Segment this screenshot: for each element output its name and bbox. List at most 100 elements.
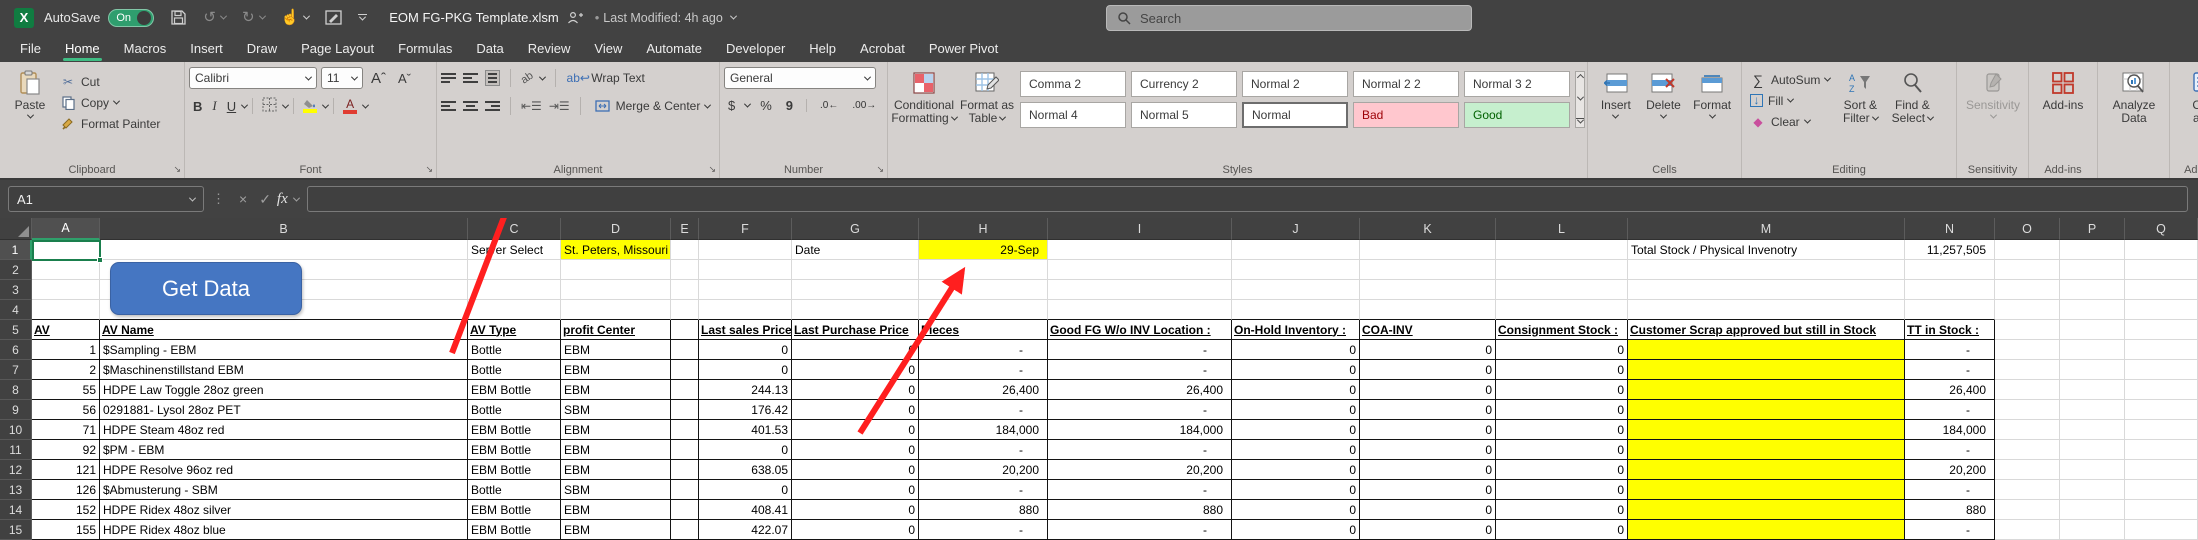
col-header-H[interactable]: H — [919, 218, 1048, 240]
cell-Q8[interactable] — [2125, 380, 2198, 400]
cell-H4[interactable] — [919, 300, 1048, 320]
cell-Q6[interactable] — [2125, 340, 2198, 360]
cell-A13[interactable]: 126 — [32, 480, 100, 500]
row-header-15[interactable]: 15 — [0, 520, 32, 540]
cell-O15[interactable] — [1995, 520, 2060, 540]
row-header-4[interactable]: 4 — [0, 300, 32, 320]
col-header-I[interactable]: I — [1048, 218, 1232, 240]
cell-I9[interactable]: - — [1048, 400, 1232, 420]
cell-M6[interactable] — [1628, 340, 1905, 360]
align-top-button[interactable] — [441, 73, 456, 82]
col-header-B[interactable]: B — [100, 218, 468, 240]
cell-L7[interactable]: 0 — [1496, 360, 1628, 380]
cell-M2[interactable] — [1628, 260, 1905, 280]
tab-developer[interactable]: Developer — [714, 35, 797, 62]
cell-L15[interactable]: 0 — [1496, 520, 1628, 540]
select-all-corner[interactable] — [0, 218, 32, 240]
row-header-13[interactable]: 13 — [0, 480, 32, 500]
row-header-6[interactable]: 6 — [0, 340, 32, 360]
cell-C2[interactable] — [468, 260, 561, 280]
name-box[interactable]: A1 — [8, 186, 204, 212]
accounting-format-button[interactable]: $ — [724, 97, 739, 114]
cell-C8[interactable]: EBM Bottle — [468, 380, 561, 400]
create-pdf-button[interactable]: Cre a P — [2174, 67, 2198, 125]
cell-A3[interactable] — [32, 280, 100, 300]
search-box[interactable] — [1106, 5, 1472, 31]
find-select-button[interactable]: Find & Select — [1886, 67, 1938, 160]
col-header-F[interactable]: F — [699, 218, 792, 240]
cell-N2[interactable] — [1905, 260, 1995, 280]
cell-B12[interactable]: HDPE Resolve 96oz red — [100, 460, 468, 480]
document-title[interactable]: EOM FG-PKG Template.xlsm — [389, 10, 559, 25]
cell-H11[interactable]: - — [919, 440, 1048, 460]
cell-P3[interactable] — [2060, 280, 2125, 300]
cell-D4[interactable] — [561, 300, 671, 320]
cell-P8[interactable] — [2060, 380, 2125, 400]
cell-G6[interactable]: 0 — [792, 340, 919, 360]
cell-E6[interactable] — [671, 340, 699, 360]
row-header-9[interactable]: 9 — [0, 400, 32, 420]
cell-N11[interactable]: - — [1905, 440, 1995, 460]
cell-Q7[interactable] — [2125, 360, 2198, 380]
cell-E12[interactable] — [671, 460, 699, 480]
align-right-button[interactable] — [485, 101, 500, 110]
cell-H2[interactable] — [919, 260, 1048, 280]
cell-D7[interactable]: EBM — [561, 360, 671, 380]
cell-G9[interactable]: 0 — [792, 400, 919, 420]
cell-C5[interactable]: AV Type — [468, 320, 561, 340]
cell-D5[interactable]: profit Center — [561, 320, 671, 340]
tab-insert[interactable]: Insert — [178, 35, 235, 62]
cell-N8[interactable]: 26,400 — [1905, 380, 1995, 400]
cell-O12[interactable] — [1995, 460, 2060, 480]
cell-F8[interactable]: 244.13 — [699, 380, 792, 400]
cell-B7[interactable]: $Maschinenstillstand EBM — [100, 360, 468, 380]
cell-A9[interactable]: 56 — [32, 400, 100, 420]
cell-L9[interactable]: 0 — [1496, 400, 1628, 420]
col-header-D[interactable]: D — [561, 218, 671, 240]
cell-M14[interactable] — [1628, 500, 1905, 520]
tab-file[interactable]: File — [8, 35, 53, 62]
cell-C4[interactable] — [468, 300, 561, 320]
cell-K2[interactable] — [1360, 260, 1496, 280]
cell-K8[interactable]: 0 — [1360, 380, 1496, 400]
cell-I10[interactable]: 184,000 — [1048, 420, 1232, 440]
cell-O9[interactable] — [1995, 400, 2060, 420]
paste-button[interactable]: Paste — [4, 67, 56, 160]
cell-D14[interactable]: EBM — [561, 500, 671, 520]
cell-I8[interactable]: 26,400 — [1048, 380, 1232, 400]
delete-cells-button[interactable]: Delete — [1640, 67, 1686, 160]
cell-F2[interactable] — [699, 260, 792, 280]
cell-D15[interactable]: EBM — [561, 520, 671, 540]
decrease-indent-button[interactable]: ⇤☰ — [521, 99, 542, 113]
sort-filter-button[interactable]: AZ Sort & Filter — [1834, 67, 1886, 160]
cell-F15[interactable]: 422.07 — [699, 520, 792, 540]
cell-O6[interactable] — [1995, 340, 2060, 360]
cell-O11[interactable] — [1995, 440, 2060, 460]
cell-F6[interactable]: 0 — [699, 340, 792, 360]
cell-K10[interactable]: 0 — [1360, 420, 1496, 440]
cell-G5[interactable]: Last Purchase Price — [792, 320, 919, 340]
cell-M13[interactable] — [1628, 480, 1905, 500]
cell-A8[interactable]: 55 — [32, 380, 100, 400]
col-header-M[interactable]: M — [1628, 218, 1905, 240]
tab-acrobat[interactable]: Acrobat — [848, 35, 917, 62]
col-header-A[interactable]: A — [32, 218, 100, 240]
copy-button[interactable]: Copy — [56, 92, 164, 113]
cell-P14[interactable] — [2060, 500, 2125, 520]
decrease-font-button[interactable]: Aˇ — [394, 70, 415, 87]
cell-Q15[interactable] — [2125, 520, 2198, 540]
cell-L12[interactable]: 0 — [1496, 460, 1628, 480]
cell-O2[interactable] — [1995, 260, 2060, 280]
cell-I3[interactable] — [1048, 280, 1232, 300]
row-header-2[interactable]: 2 — [0, 260, 32, 280]
autosum-button[interactable]: ∑ AutoSum — [1746, 69, 1834, 90]
cell-I6[interactable]: - — [1048, 340, 1232, 360]
row-header-3[interactable]: 3 — [0, 280, 32, 300]
cell-I7[interactable]: - — [1048, 360, 1232, 380]
cell-O14[interactable] — [1995, 500, 2060, 520]
cell-E10[interactable] — [671, 420, 699, 440]
cell-B13[interactable]: $Abmusterung - SBM — [100, 480, 468, 500]
cell-N14[interactable]: 880 — [1905, 500, 1995, 520]
increase-indent-button[interactable]: ⇥☰ — [549, 99, 570, 113]
cell-E9[interactable] — [671, 400, 699, 420]
